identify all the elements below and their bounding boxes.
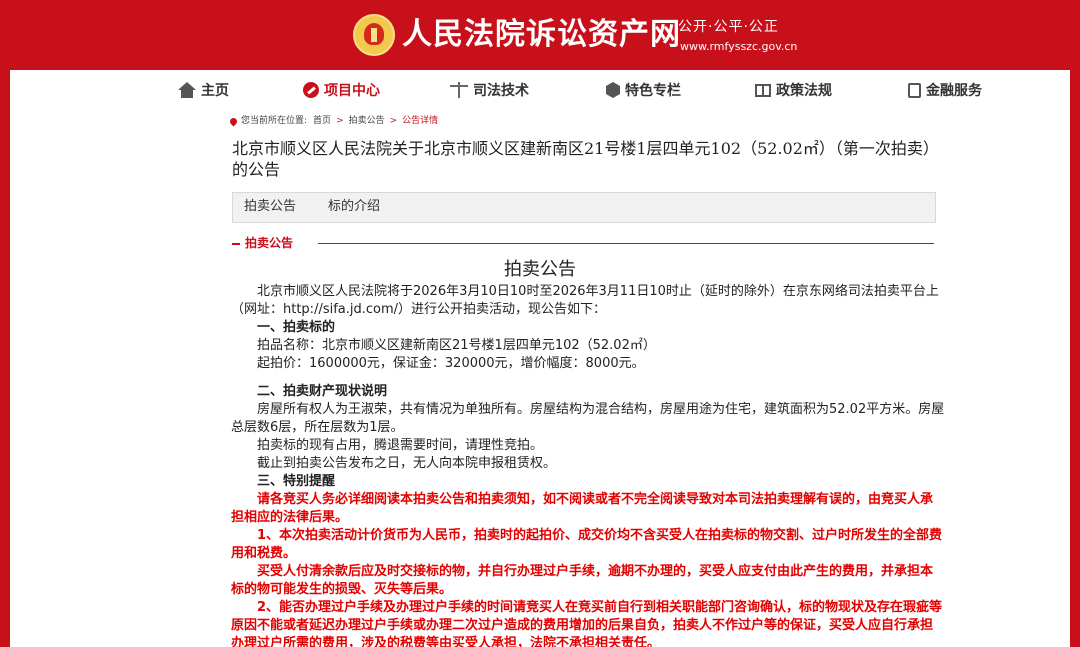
site-header: 人民法院诉讼资产网 公开·公平·公正 www.rmfysszc.gov.cn [10,0,1070,70]
tab-item-intro[interactable]: 标的介绍 [328,199,380,215]
section-divider [318,243,934,244]
section-dash [232,243,240,245]
home-icon [178,82,196,98]
nav-item-judicial-tech[interactable]: 司法技术 [450,79,529,101]
nav-item-label: 司法技术 [473,83,529,99]
nav-item-finance[interactable]: 金融服务 [908,79,982,101]
notice-title: 拍卖公告 [504,259,576,280]
nav-item-policies[interactable]: 政策法规 [755,79,832,101]
location-pin-icon [228,116,239,126]
book-icon [755,83,771,97]
main-nav: 主页 项目中心 司法技术 特色专栏 政策法规 金融服务 [10,70,1070,108]
feature-icon [606,82,620,98]
nav-item-label: 金融服务 [926,83,982,99]
nav-item-features[interactable]: 特色专栏 [606,79,681,101]
heading-special-reminder: 三、特别提醒 [257,474,336,489]
reminder-read-notice: 请各竞买人务必详细阅读本拍卖公告和拍卖须知，如不阅读或者不完全阅读导致对本司法拍… [231,492,934,525]
breadcrumb-prefix: 您当前所在位置: [241,116,308,126]
item-name: 拍品名称：北京市顺义区建新南区21号楼1层四单元102（52.02㎡） [257,338,656,353]
nav-item-projects[interactable]: 项目中心 [303,79,380,101]
page-title: 北京市顺义区人民法院关于北京市顺义区建新南区21号楼1层四单元102（52.02… [232,139,939,179]
reminder-currency: 1、本次拍卖活动计价货币为人民币，拍卖时的起拍价、成交价均不含买受人在拍卖标的物… [231,528,943,561]
court-emblem-icon[interactable] [353,14,395,56]
status-occupancy: 拍卖标的现有占用，腾退需要时间，请理性竞拍。 [257,438,544,453]
breadcrumb-separator: > [389,116,398,126]
section-header: 拍卖公告 [232,235,934,253]
tab-auction-notice[interactable]: 拍卖公告 [244,199,296,215]
section-label: 拍卖公告 [245,236,294,250]
breadcrumb-separator: > [336,116,344,126]
site-title[interactable]: 人民法院诉讼资产网 [402,15,681,55]
heading-property-status: 二、拍卖财产现状说明 [257,384,388,399]
status-lease: 截止到拍卖公告发布之日，无人向本院申报租赁权。 [257,456,557,471]
nav-item-home[interactable]: 主页 [178,79,229,101]
heading-auction-item: 一、拍卖标的 [257,320,336,335]
item-prices: 起拍价：1600000元，保证金：320000元，增价幅度：8000元。 [257,356,645,371]
breadcrumb-auction-notices[interactable]: 拍卖公告 [349,115,385,127]
reminder-transfer: 2、能否办理过户手续及办理过户手续的时间请竞买人在竞买前自行到相关职能部门咨询确… [231,600,943,647]
gavel-icon [303,82,319,98]
breadcrumb: 您当前所在位置: 首页 > 拍卖公告 > 公告详情 [228,115,439,127]
site-url: www.rmfysszc.gov.cn [680,40,798,53]
nav-item-label: 项目中心 [324,83,380,99]
breadcrumb-home[interactable]: 首页 [313,115,331,127]
finance-icon [908,82,921,98]
breadcrumb-current: 公告详情 [402,116,439,126]
reminder-handover: 买受人付清余款后应及时交接标的物，并自行办理过户手续，逾期不办理的，买受人应支付… [231,564,934,597]
nav-item-label: 政策法规 [776,83,832,99]
page-frame: 人民法院诉讼资产网 公开·公平·公正 www.rmfysszc.gov.cn 主… [10,0,1070,647]
status-owner: 房屋所有权人为王淑荣，共有情况为单独所有。房屋结构为混合结构，房屋用途为住宅，建… [231,402,945,435]
nav-item-label: 特色专栏 [625,83,681,99]
tab-bar: 拍卖公告 标的介绍 [232,192,936,223]
scale-icon [450,82,468,98]
site-slogan: 公开·公平·公正 [678,19,779,35]
notice-content: 北京市顺义区人民法院将于2026年3月10日10时至2026年3月11日10时止… [231,283,945,647]
notice-intro: 北京市顺义区人民法院将于2026年3月10日10时至2026年3月11日10时止… [231,284,939,317]
nav-item-label: 主页 [201,83,229,99]
